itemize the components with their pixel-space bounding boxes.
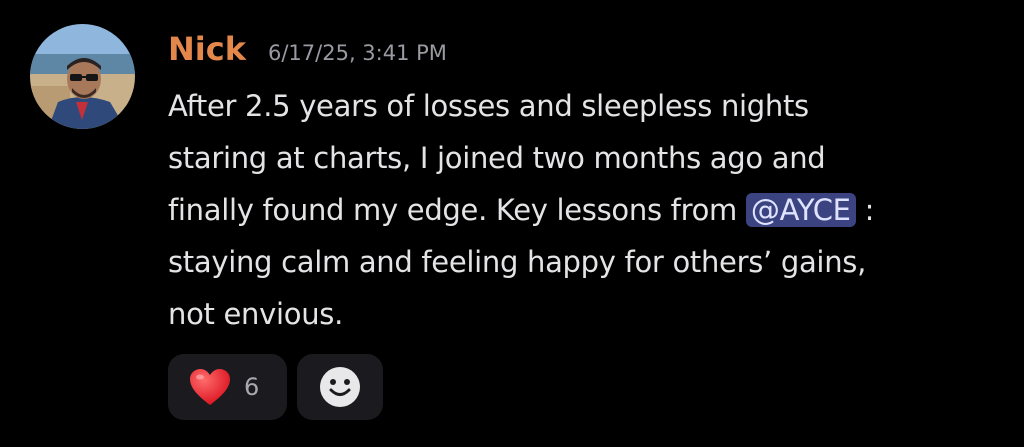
heart-icon: [190, 369, 230, 405]
message-text: finally found my edge. Key lessons from: [168, 193, 746, 227]
message-text: :: [855, 193, 875, 227]
message-header: Nick 6/17/25, 3:41 PM: [168, 30, 447, 74]
heart-reaction-button[interactable]: 6: [168, 354, 287, 420]
message-line: finally found my edge. Key lessons from …: [168, 184, 988, 236]
user-avatar[interactable]: [30, 24, 135, 129]
message-line: After 2.5 years of losses and sleepless …: [168, 89, 809, 123]
reaction-count: 6: [244, 373, 260, 401]
username[interactable]: Nick: [168, 30, 246, 68]
add-reaction-button[interactable]: [297, 354, 383, 420]
message-timestamp: 6/17/25, 3:41 PM: [268, 41, 447, 65]
avatar-photo: [30, 24, 135, 129]
message-line: staring at charts, I joined two months a…: [168, 141, 826, 175]
message-content: After 2.5 years of losses and sleepless …: [168, 80, 988, 340]
smiley-icon: [320, 367, 360, 407]
chat-message: Nick 6/17/25, 3:41 PM After 2.5 years of…: [0, 0, 1024, 447]
user-mention[interactable]: @AYCE: [745, 193, 856, 227]
reactions-bar: 6: [168, 354, 383, 420]
message-line: staying calm and feeling happy for other…: [168, 245, 866, 279]
message-line: not envious.: [168, 297, 344, 331]
